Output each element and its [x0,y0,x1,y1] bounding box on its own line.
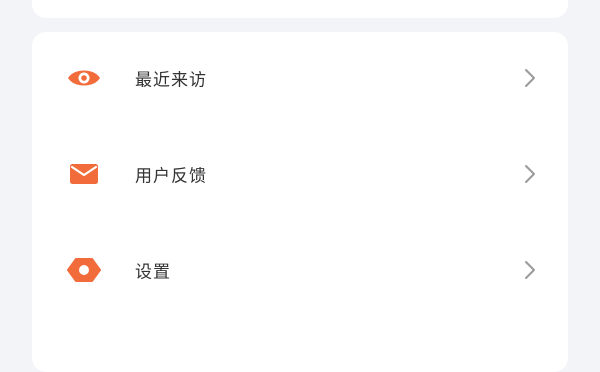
chevron-right-icon [525,165,535,183]
menu-item-label: 用户反馈 [135,166,207,187]
menu-item-recent-visits[interactable]: 最近来访 [32,38,568,118]
settings-icon [66,256,102,284]
menu-item-settings[interactable]: 设置 [32,230,568,310]
chevron-right-icon [525,69,535,87]
eye-icon [66,64,102,92]
mail-icon [66,160,102,188]
menu-card: 最近来访 用户反馈 设置 [32,32,568,372]
menu-item-feedback[interactable]: 用户反馈 [32,134,568,214]
chevron-right-icon [525,261,535,279]
top-card [32,0,568,18]
menu-item-label: 最近来访 [135,70,207,91]
menu-item-label: 设置 [135,262,171,283]
